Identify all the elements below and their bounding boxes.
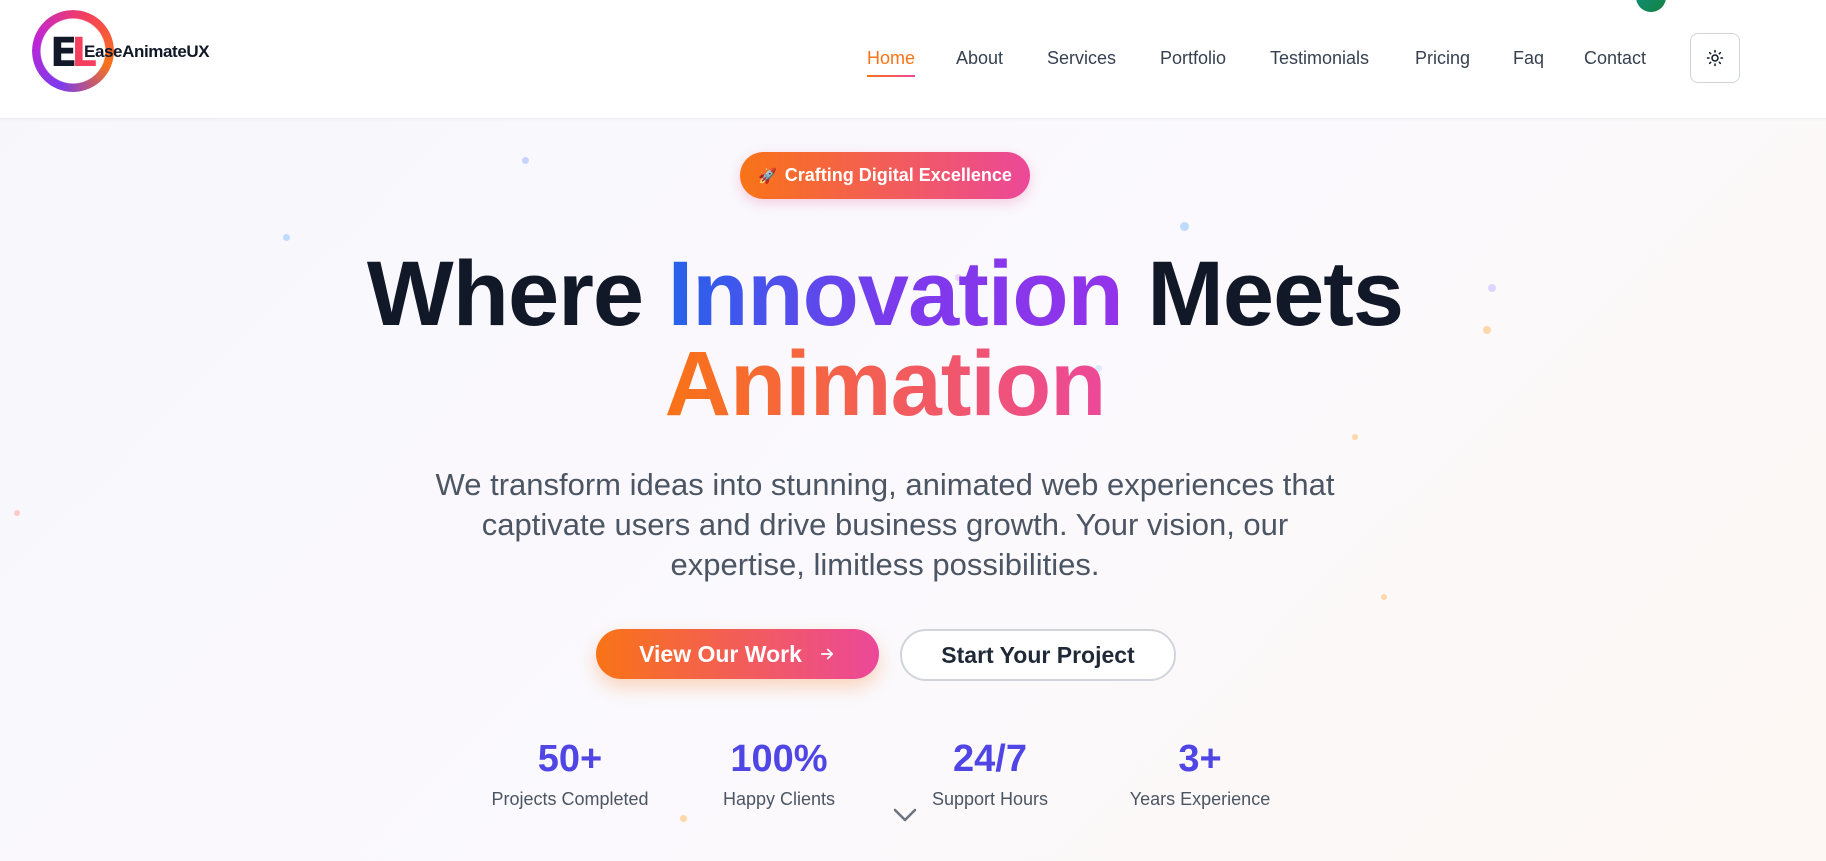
chevron-down-icon: [893, 808, 917, 822]
particle: [14, 510, 20, 516]
scroll-down-button[interactable]: [892, 806, 918, 829]
nav-item-contact[interactable]: Contact: [1584, 48, 1646, 69]
headline-highlight-innovation: Innovation: [667, 243, 1124, 345]
arrow-right-icon: [820, 648, 833, 660]
nav-item-portfolio[interactable]: Portfolio: [1160, 48, 1226, 69]
stat-value: 100%: [730, 738, 828, 780]
hero-headline: Where Innovation Meets Animation: [0, 248, 1770, 430]
brand-logo[interactable]: EL EaseAnimateUX: [30, 8, 210, 96]
nav-item-pricing[interactable]: Pricing: [1415, 48, 1470, 69]
stat-value: 24/7: [953, 738, 1027, 780]
stat-value: 50+: [537, 738, 603, 780]
headline-highlight-animation: Animation: [664, 333, 1107, 435]
badge-label: Crafting Digital Excellence: [784, 165, 1012, 185]
stat-label: Happy Clients: [722, 789, 836, 809]
nav-item-services[interactable]: Services: [1047, 48, 1116, 69]
stat-label: Support Hours: [931, 789, 1049, 809]
view-our-work-button[interactable]: View Our Work: [596, 629, 879, 679]
stat-value: 3+: [1178, 738, 1222, 780]
particle: [522, 157, 529, 164]
headline-part-1: Where: [366, 243, 668, 345]
site-header: EL EaseAnimateUX Home About Services Por…: [0, 0, 1826, 119]
brand-name: EaseAnimateUX: [84, 42, 210, 61]
particle: [1352, 434, 1358, 440]
particle: [1381, 594, 1387, 600]
particle: [1180, 222, 1189, 231]
view-our-work-label: View Our Work: [639, 640, 802, 667]
stat-support: 24/7 Support Hours: [890, 736, 1090, 812]
stat-label: Years Experience: [1129, 789, 1271, 809]
nav-item-about[interactable]: About: [956, 48, 1003, 69]
hero-badge: 🚀 Crafting Digital Excellence: [740, 152, 1030, 199]
rocket-icon: 🚀: [758, 167, 777, 185]
particle: [283, 234, 290, 241]
particle: [680, 815, 687, 822]
sun-icon: [1706, 49, 1724, 67]
stat-clients: 100% Happy Clients: [679, 736, 879, 812]
hero-subtitle: We transform ideas into stunning, animat…: [435, 467, 1335, 582]
stat-projects: 50+ Projects Completed: [470, 736, 670, 812]
nav-item-home[interactable]: Home: [867, 48, 916, 77]
nav-item-faq[interactable]: Faq: [1513, 48, 1544, 69]
stat-label: Projects Completed: [491, 789, 649, 809]
headline-line-2: Animation: [0, 338, 1770, 430]
theme-toggle-button[interactable]: [1690, 33, 1740, 83]
stat-experience: 3+ Years Experience: [1100, 736, 1300, 812]
start-your-project-button[interactable]: Start Your Project: [900, 629, 1176, 681]
headline-part-3: Meets: [1122, 243, 1404, 345]
nav-item-testimonials[interactable]: Testimonials: [1270, 48, 1369, 69]
avatar-dot: [1636, 0, 1666, 12]
